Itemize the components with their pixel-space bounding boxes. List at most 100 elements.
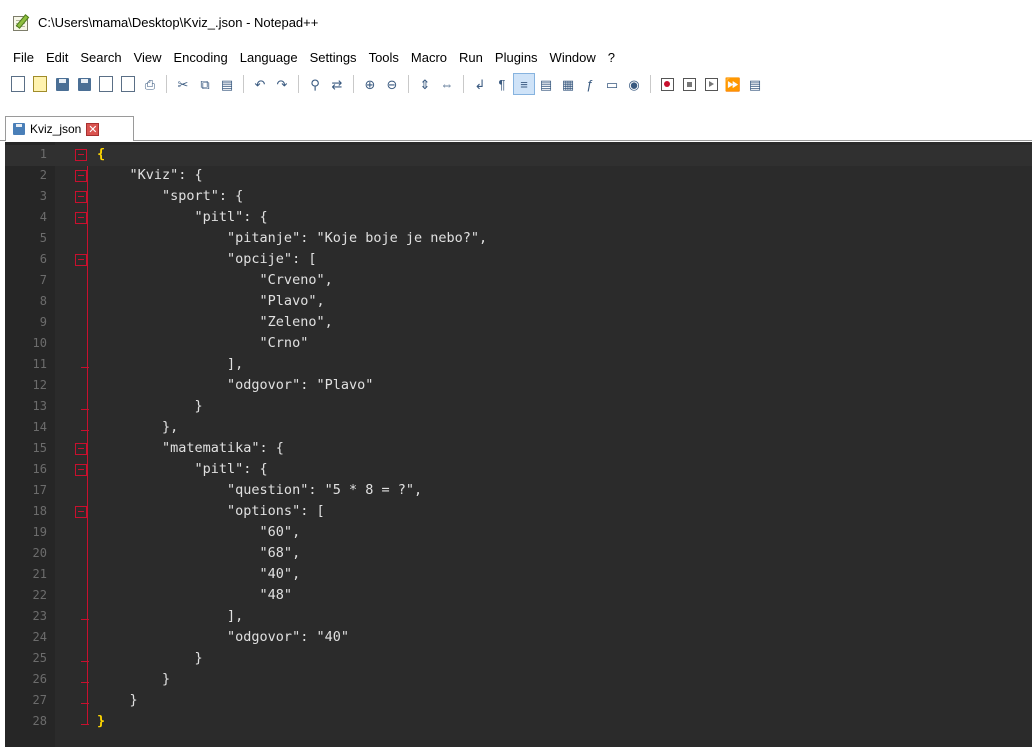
toolbar-separator <box>650 75 651 93</box>
menu-macro[interactable]: Macro <box>405 48 453 67</box>
close-icon[interactable] <box>96 74 116 94</box>
user-language-icon[interactable]: ▤ <box>536 74 556 94</box>
code-line[interactable]: 7 "Crveno", <box>5 271 1032 292</box>
code-line[interactable]: 15 "matematika": { <box>5 439 1032 460</box>
code-line[interactable]: 24 "odgovor": "40" <box>5 628 1032 649</box>
code-line[interactable]: 5 "pitanje": "Koje boje je nebo?", <box>5 229 1032 250</box>
record-macro-icon[interactable] <box>657 74 677 94</box>
code-lines[interactable]: 1{2 "Kviz": {3 "sport": {4 "pitl": {5 "p… <box>5 145 1032 733</box>
paste-icon[interactable]: ▤ <box>217 74 237 94</box>
code-line[interactable]: 16 "pitl": { <box>5 460 1032 481</box>
code-line[interactable]: 2 "Kviz": { <box>5 166 1032 187</box>
sync-horizontal-icon[interactable]: ⇔ <box>437 74 457 94</box>
run-macro-multiple-icon[interactable]: ⏩ <box>723 74 743 94</box>
menu-run[interactable]: Run <box>453 48 489 67</box>
indent-guide-icon[interactable]: ≡ <box>513 73 535 95</box>
copy-icon[interactable]: ⧉ <box>195 74 215 94</box>
code-text: } <box>97 650 203 666</box>
menu-plugins[interactable]: Plugins <box>489 48 544 67</box>
code-line[interactable]: 1{ <box>5 145 1032 166</box>
menu-tools[interactable]: Tools <box>363 48 405 67</box>
menu-encoding[interactable]: Encoding <box>168 48 234 67</box>
menu-search[interactable]: Search <box>74 48 127 67</box>
menu-settings[interactable]: Settings <box>304 48 363 67</box>
code-line[interactable]: 19 "60", <box>5 523 1032 544</box>
menu-file[interactable]: File <box>7 48 40 67</box>
code-line[interactable]: 27 } <box>5 691 1032 712</box>
line-number: 7 <box>39 273 47 287</box>
replace-icon[interactable]: ⇄ <box>327 74 347 94</box>
menu-window[interactable]: Window <box>544 48 602 67</box>
save-all-icon[interactable] <box>74 74 94 94</box>
fold-toggle-icon[interactable] <box>75 191 87 203</box>
fold-end-marker <box>81 712 89 725</box>
editor[interactable]: 1{2 "Kviz": {3 "sport": {4 "pitl": {5 "p… <box>5 142 1032 747</box>
code-line[interactable]: 22 "48" <box>5 586 1032 607</box>
zoom-out-icon[interactable]: ⊖ <box>382 74 402 94</box>
sync-vertical-icon[interactable]: ⇕ <box>415 74 435 94</box>
code-line[interactable]: 20 "68", <box>5 544 1032 565</box>
code-line[interactable]: 3 "sport": { <box>5 187 1032 208</box>
playback-macro-icon[interactable] <box>701 74 721 94</box>
code-text: "Crveno", <box>97 272 333 288</box>
monitoring-icon[interactable]: ◉ <box>624 74 644 94</box>
code-line[interactable]: 21 "40", <box>5 565 1032 586</box>
menu-help[interactable]: ? <box>602 48 621 67</box>
code-line[interactable]: 23 ], <box>5 607 1032 628</box>
code-line[interactable]: 25 } <box>5 649 1032 670</box>
code-line[interactable]: 17 "question": "5 * 8 = ?", <box>5 481 1032 502</box>
menu-edit[interactable]: Edit <box>40 48 74 67</box>
menu-view[interactable]: View <box>128 48 168 67</box>
fold-toggle-icon[interactable] <box>75 212 87 224</box>
code-text: } <box>97 713 106 729</box>
code-line[interactable]: 10 "Crno" <box>5 334 1032 355</box>
zoom-in-icon[interactable]: ⊕ <box>360 74 380 94</box>
code-line[interactable]: 6 "opcije": [ <box>5 250 1032 271</box>
code-text: } <box>97 398 203 414</box>
code-line[interactable]: 4 "pitl": { <box>5 208 1032 229</box>
save-macro-icon[interactable]: ▤ <box>745 74 765 94</box>
fold-toggle-icon[interactable] <box>75 443 87 455</box>
code-text: "options": [ <box>97 503 325 519</box>
fold-toggle-icon[interactable] <box>75 254 87 266</box>
new-file-icon[interactable] <box>8 74 28 94</box>
function-list-icon[interactable]: ƒ <box>580 74 600 94</box>
undo-icon[interactable]: ↶ <box>250 74 270 94</box>
close-tab-icon[interactable]: ✕ <box>86 122 100 136</box>
code-line[interactable]: 9 "Zeleno", <box>5 313 1032 334</box>
code-line[interactable]: 14 }, <box>5 418 1032 439</box>
code-line[interactable]: 28} <box>5 712 1032 733</box>
folder-workspace-icon[interactable]: ▭ <box>602 74 622 94</box>
code-text: "pitanje": "Koje boje je nebo?", <box>97 230 488 246</box>
cut-icon[interactable]: ✂ <box>173 74 193 94</box>
code-line[interactable]: 26 } <box>5 670 1032 691</box>
save-icon[interactable] <box>52 74 72 94</box>
print-icon[interactable]: ⎙ <box>140 74 160 94</box>
close-all-icon[interactable] <box>118 74 138 94</box>
line-number: 11 <box>32 357 47 371</box>
line-number: 1 <box>39 147 47 161</box>
code-line[interactable]: 13 } <box>5 397 1032 418</box>
code-line[interactable]: 11 ], <box>5 355 1032 376</box>
find-icon[interactable]: ⚲ <box>305 74 325 94</box>
code-text: "68", <box>97 545 301 561</box>
code-line[interactable]: 8 "Plavo", <box>5 292 1032 313</box>
show-all-chars-icon[interactable]: ¶ <box>492 74 512 94</box>
fold-toggle-icon[interactable] <box>75 170 87 182</box>
code-text: ], <box>97 608 244 624</box>
open-file-icon[interactable] <box>30 74 50 94</box>
redo-icon[interactable]: ↷ <box>272 74 292 94</box>
code-text: } <box>97 671 171 687</box>
fold-toggle-icon[interactable] <box>75 464 87 476</box>
fold-toggle-icon[interactable] <box>75 506 87 518</box>
menu-language[interactable]: Language <box>234 48 304 67</box>
word-wrap-icon[interactable]: ↲ <box>470 74 490 94</box>
document-map-icon[interactable]: ▦ <box>558 74 578 94</box>
stop-recording-icon[interactable] <box>679 74 699 94</box>
line-number: 12 <box>32 378 47 392</box>
code-line[interactable]: 12 "odgovor": "Plavo" <box>5 376 1032 397</box>
code-line[interactable]: 18 "options": [ <box>5 502 1032 523</box>
tab-kviz-json[interactable]: Kviz_json ✕ <box>5 116 134 141</box>
fold-toggle-icon[interactable] <box>75 149 87 161</box>
fold-end-marker <box>81 418 89 431</box>
